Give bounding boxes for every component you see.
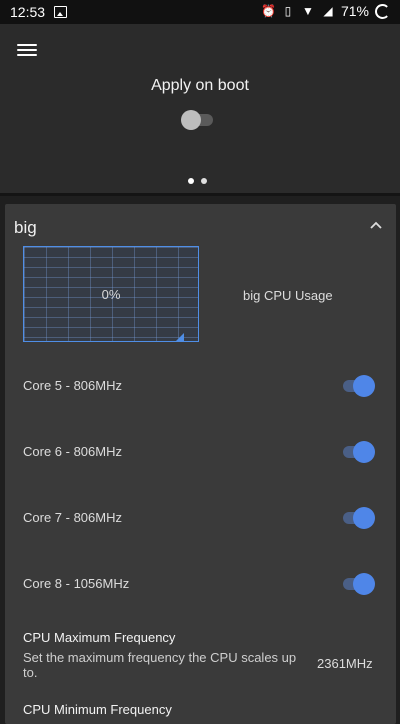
core-label: Core 8 - 1056MHz — [23, 576, 130, 591]
core-row[interactable]: Core 5 - 806MHz — [5, 366, 396, 406]
core-switch[interactable] — [343, 573, 375, 595]
chevron-up-icon[interactable] — [370, 221, 382, 229]
divider — [0, 193, 400, 196]
core-label: Core 7 - 806MHz — [23, 510, 122, 525]
usage-graph-fill — [176, 333, 184, 341]
page-dot-active — [188, 178, 194, 184]
page-indicator — [188, 178, 207, 184]
core-switch[interactable] — [343, 375, 375, 397]
battery-percent: 71% — [340, 3, 369, 19]
core-switch[interactable] — [343, 507, 375, 529]
core-switch[interactable] — [343, 441, 375, 463]
apply-on-boot-switch[interactable] — [181, 110, 213, 130]
cpu-usage-value: 0% — [101, 287, 121, 302]
cpu-cluster-card: big 0% big CPU Usage Core 5 - 806MHz Cor… — [5, 204, 396, 724]
image-notification-icon — [54, 6, 67, 18]
core-label: Core 5 - 806MHz — [23, 378, 122, 393]
status-bar: 12:53 ⏰ ▯ ▼ ◢ 71% — [0, 0, 400, 24]
core-row[interactable]: Core 8 - 1056MHz — [5, 564, 396, 604]
signal-icon: ◢ — [323, 4, 333, 18]
core-row[interactable]: Core 6 - 806MHz — [5, 432, 396, 472]
wifi-icon: ▼ — [302, 4, 314, 18]
vibrate-icon: ▯ — [284, 4, 292, 18]
max-frequency-value[interactable]: 2361MHz — [317, 656, 373, 671]
max-frequency-title[interactable]: CPU Maximum Frequency — [23, 630, 175, 645]
battery-charging-icon — [375, 3, 390, 19]
core-label: Core 6 - 806MHz — [23, 444, 122, 459]
hamburger-menu-icon[interactable] — [17, 42, 37, 58]
status-time: 12:53 — [10, 4, 46, 20]
max-frequency-description: Set the maximum frequency the CPU scales… — [23, 650, 297, 680]
min-frequency-title[interactable]: CPU Minimum Frequency — [23, 702, 172, 717]
alarm-icon: ⏰ — [260, 4, 276, 18]
page-dot — [201, 178, 207, 184]
cpu-usage-graph: 0% — [23, 246, 199, 342]
core-row[interactable]: Core 7 - 806MHz — [5, 498, 396, 538]
cluster-title: big — [14, 218, 37, 237]
status-icons: ⏰ ▯ ▼ ◢ 71% — [261, 3, 390, 19]
cpu-usage-label: big CPU Usage — [243, 288, 333, 303]
apply-on-boot-label: Apply on boot — [151, 77, 249, 94]
header: Apply on boot — [0, 24, 400, 193]
